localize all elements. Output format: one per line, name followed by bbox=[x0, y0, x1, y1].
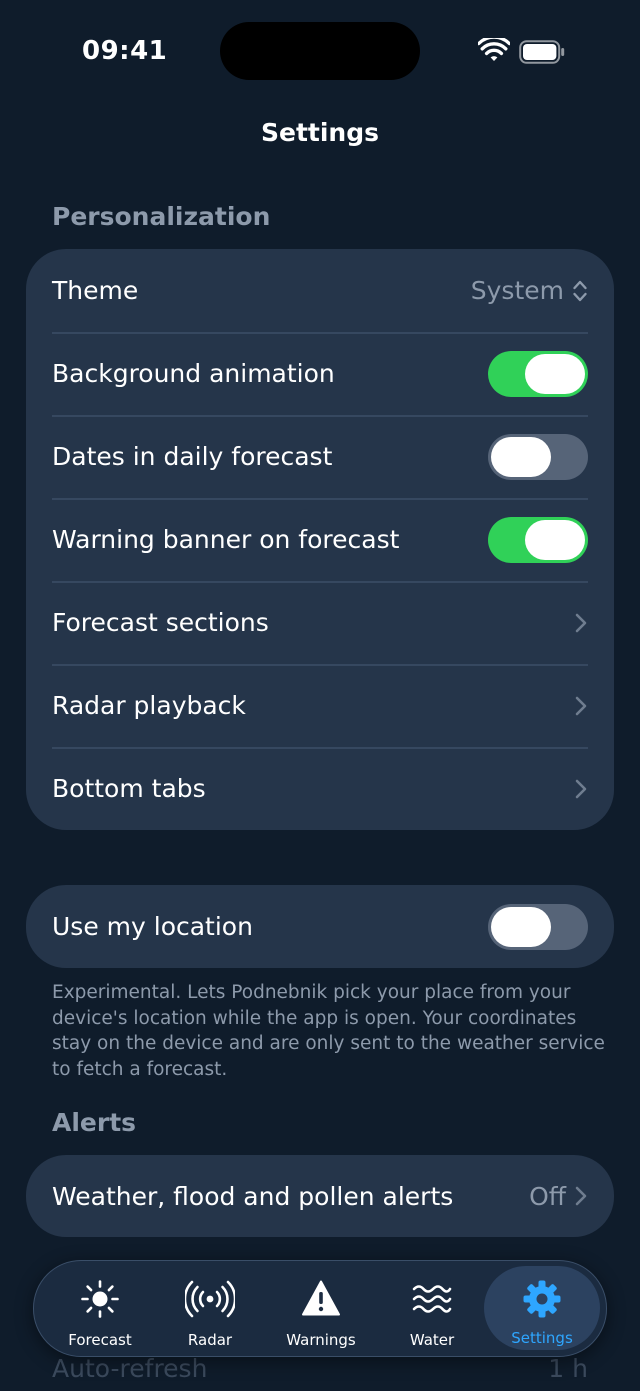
wifi-icon bbox=[478, 38, 510, 61]
chevron-up-down-icon bbox=[573, 280, 587, 301]
dates-in-daily-forecast-label: Dates in daily forecast bbox=[52, 442, 333, 471]
forecast-sections-label: Forecast sections bbox=[52, 608, 269, 637]
tab-water-label: Water bbox=[409, 1331, 455, 1349]
auto-refresh-value: 1 h bbox=[548, 1354, 588, 1383]
chevron-right-icon bbox=[575, 696, 587, 715]
toggle-knob bbox=[525, 353, 585, 394]
warning-banner-row: Warning banner on forecast bbox=[26, 498, 614, 581]
status-bar: 09:41 bbox=[0, 0, 640, 100]
chevron-right-icon bbox=[575, 613, 587, 632]
weather-alerts-row[interactable]: Weather, flood and pollen alerts Off bbox=[26, 1155, 614, 1237]
tab-forecast-label: Forecast bbox=[68, 1331, 132, 1349]
background-animation-row: Background animation bbox=[26, 332, 614, 415]
background-animation-toggle[interactable] bbox=[488, 350, 588, 397]
tab-bar: Forecast Radar Warnings Water Settings bbox=[33, 1260, 607, 1357]
warning-banner-toggle[interactable] bbox=[488, 516, 588, 563]
personalization-card: Theme System Background animation Dates … bbox=[26, 249, 614, 830]
bottom-tabs-label: Bottom tabs bbox=[52, 774, 206, 803]
theme-label: Theme bbox=[52, 276, 139, 305]
warning-icon bbox=[302, 1280, 340, 1316]
alerts-card: Weather, flood and pollen alerts Off bbox=[26, 1155, 614, 1237]
tab-settings-label: Settings bbox=[511, 1329, 573, 1347]
sun-icon bbox=[81, 1280, 119, 1318]
dynamic-island bbox=[220, 22, 420, 80]
battery-icon bbox=[519, 40, 565, 64]
page-title: Settings bbox=[260, 118, 379, 147]
radar-playback-label: Radar playback bbox=[52, 691, 246, 720]
tab-radar-label: Radar bbox=[187, 1331, 233, 1349]
bottom-tabs-row[interactable]: Bottom tabs bbox=[26, 747, 614, 830]
theme-row[interactable]: Theme System bbox=[26, 249, 614, 332]
water-icon bbox=[412, 1285, 452, 1313]
weather-alerts-value: Off bbox=[529, 1181, 566, 1211]
tab-warnings-label: Warnings bbox=[286, 1331, 356, 1349]
section-header-alerts: Alerts bbox=[52, 1108, 137, 1137]
radar-icon bbox=[185, 1280, 235, 1318]
use-my-location-label: Use my location bbox=[52, 912, 253, 941]
tab-radar[interactable]: Radar bbox=[155, 1261, 265, 1355]
use-my-location-row: Use my location bbox=[26, 885, 614, 968]
weather-alerts-label: Weather, flood and pollen alerts bbox=[52, 1181, 454, 1211]
toggle-knob bbox=[491, 436, 551, 477]
toggle-knob bbox=[525, 519, 585, 560]
tab-forecast[interactable]: Forecast bbox=[45, 1261, 155, 1355]
warning-banner-label: Warning banner on forecast bbox=[52, 525, 400, 554]
tab-warnings[interactable]: Warnings bbox=[266, 1261, 376, 1355]
background-animation-label: Background animation bbox=[52, 359, 335, 388]
location-footnote: Experimental. Lets Podnebnik pick your p… bbox=[52, 982, 605, 1080]
auto-refresh-label: Auto-refresh bbox=[52, 1354, 208, 1383]
radar-playback-row[interactable]: Radar playback bbox=[26, 664, 614, 747]
section-header-personalization: Personalization bbox=[52, 202, 271, 231]
tab-settings[interactable]: Settings bbox=[484, 1266, 600, 1350]
toggle-knob bbox=[491, 906, 551, 947]
forecast-sections-row[interactable]: Forecast sections bbox=[26, 581, 614, 664]
chevron-right-icon bbox=[575, 779, 587, 798]
status-time: 09:41 bbox=[82, 36, 168, 66]
chevron-right-icon bbox=[575, 1186, 587, 1206]
dates-in-daily-forecast-toggle[interactable] bbox=[488, 433, 588, 480]
auto-refresh-row[interactable]: Auto-refresh 1 h bbox=[52, 1354, 588, 1383]
location-card: Use my location bbox=[26, 885, 614, 968]
gear-icon bbox=[523, 1280, 561, 1318]
use-my-location-toggle[interactable] bbox=[488, 903, 588, 950]
theme-value: System bbox=[470, 276, 564, 305]
dates-in-daily-forecast-row: Dates in daily forecast bbox=[26, 415, 614, 498]
tab-water[interactable]: Water bbox=[377, 1261, 487, 1355]
